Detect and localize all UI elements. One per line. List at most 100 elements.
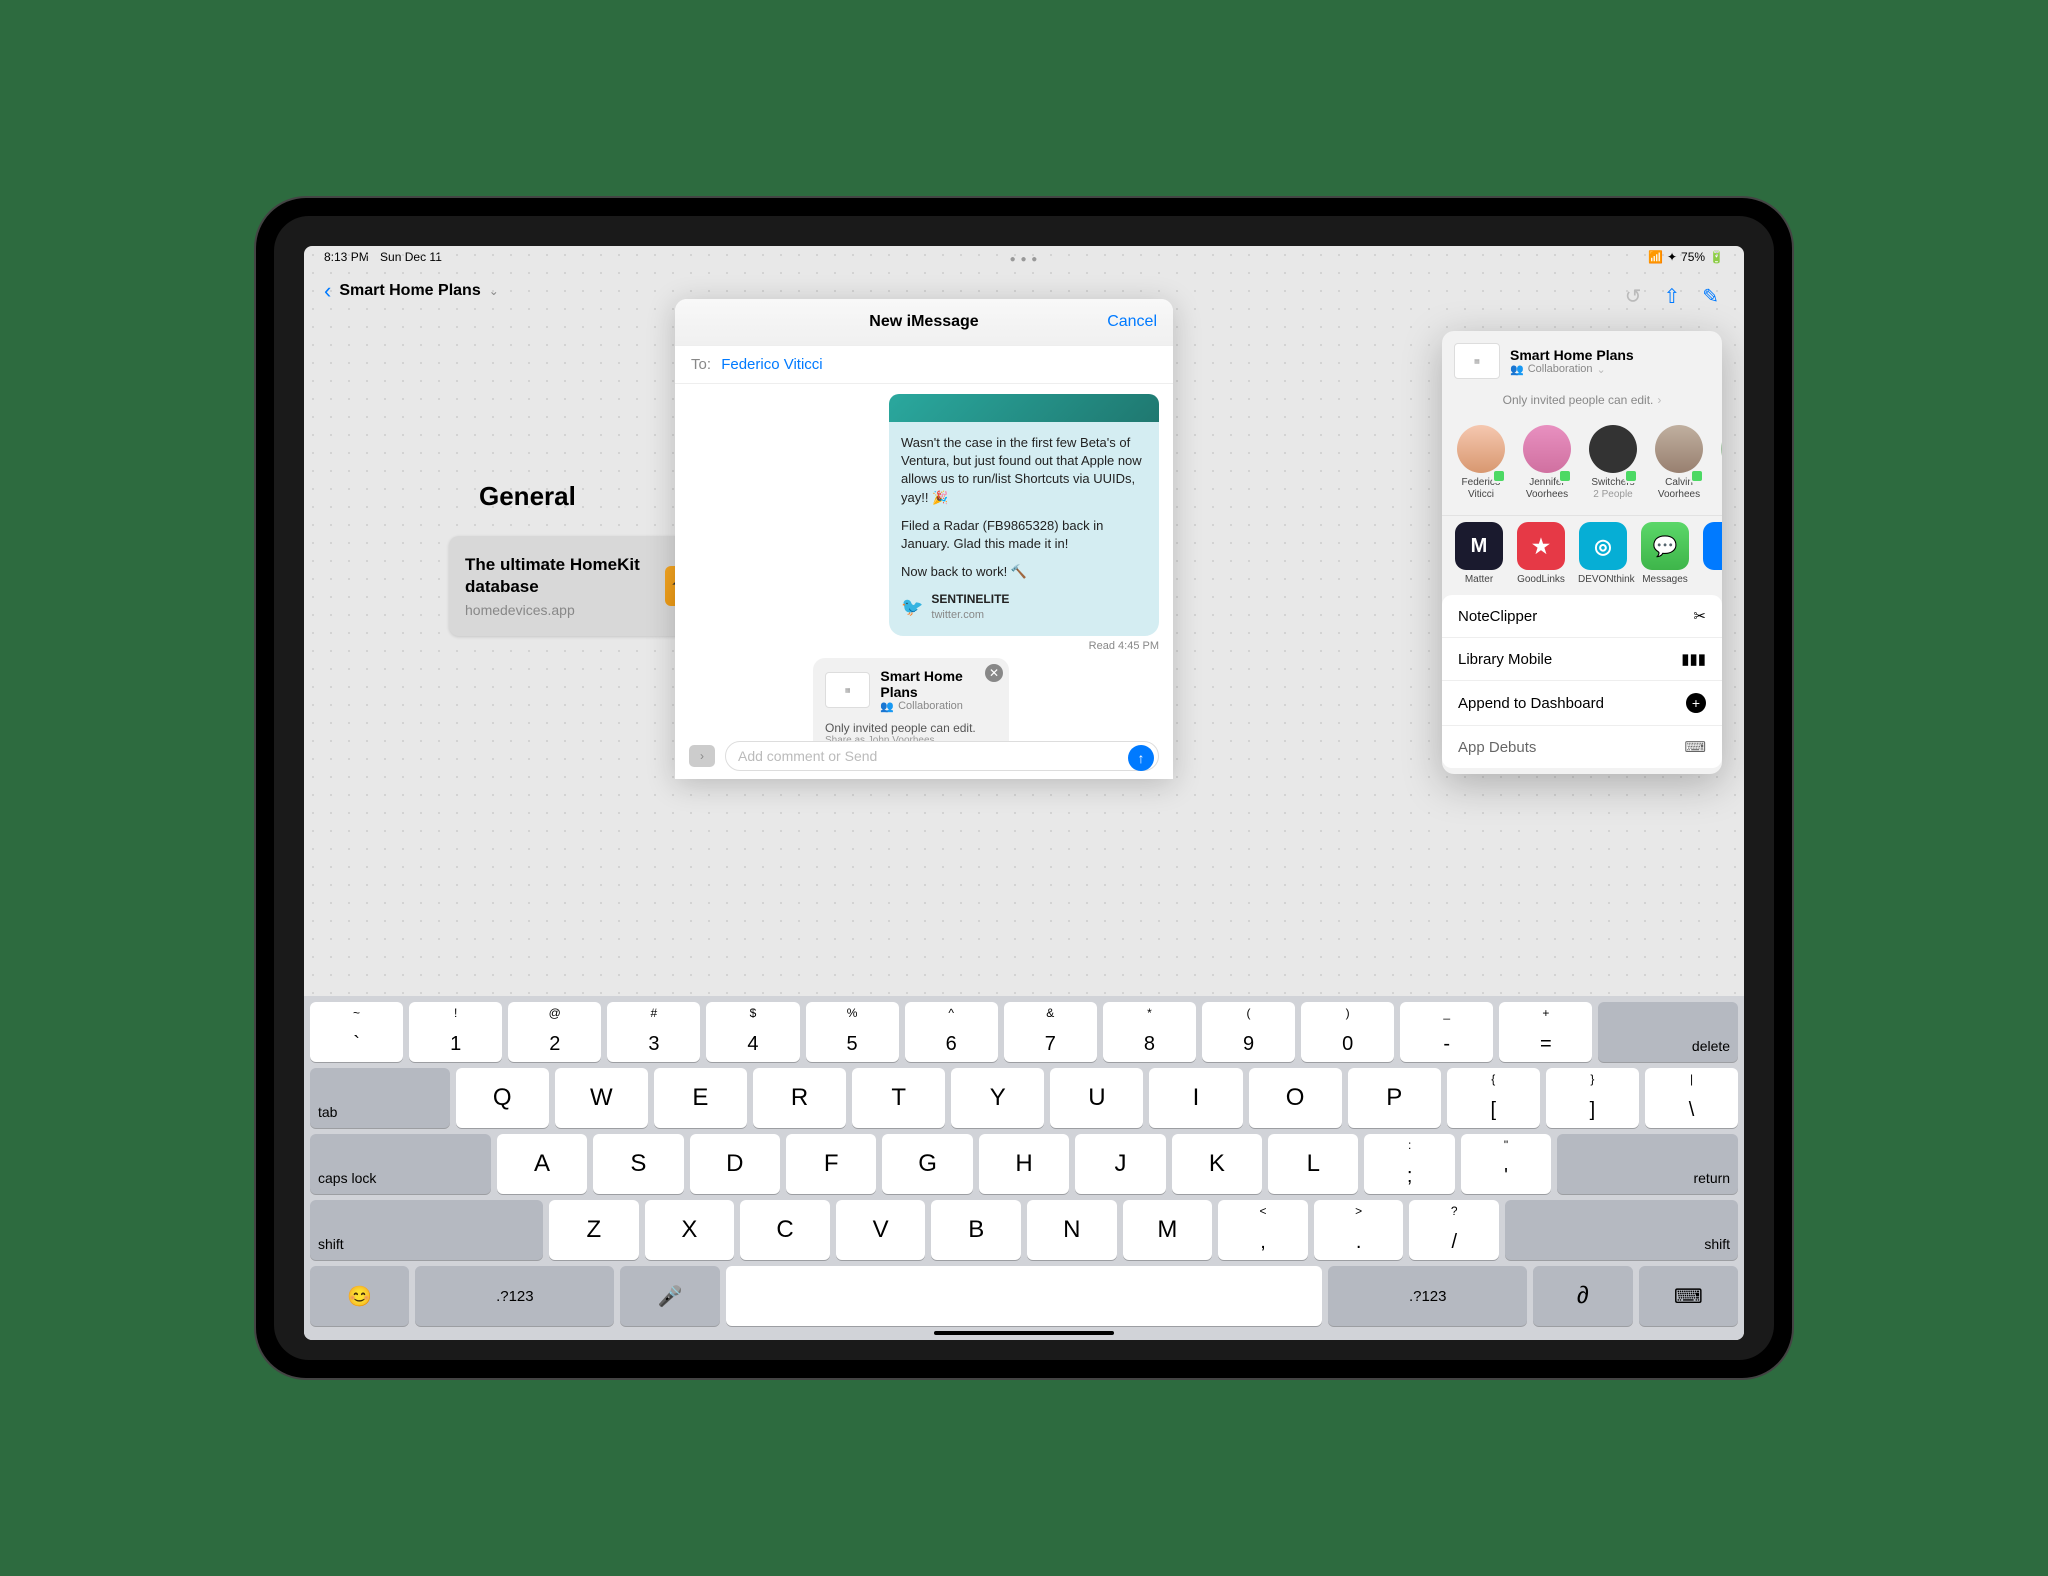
key-bracket[interactable]: {[ [1447, 1068, 1540, 1128]
action-library[interactable]: Library Mobile▮▮▮ [1442, 638, 1722, 681]
contact-calvin[interactable]: CalvinVoorhees [1652, 425, 1706, 501]
key-tab[interactable]: tab [310, 1068, 450, 1128]
key--[interactable]: _- [1400, 1002, 1493, 1062]
undo-icon[interactable]: ↺ [1625, 284, 1642, 309]
key-n[interactable]: N [1027, 1200, 1117, 1260]
share-permissions[interactable]: Only invited people can edit.› [1442, 391, 1722, 417]
key-space[interactable] [726, 1266, 1323, 1326]
app-matter[interactable]: MMatter [1454, 522, 1504, 585]
key-y[interactable]: Y [951, 1068, 1044, 1128]
key-u[interactable]: U [1050, 1068, 1143, 1128]
send-button[interactable]: ↑ [1128, 745, 1154, 771]
key-shift-right[interactable]: shift [1505, 1200, 1738, 1260]
collab-attachment[interactable]: ✕ ▦ Smart Home Plans 👥Collaboration Only… [813, 658, 1009, 742]
message-input[interactable]: Add comment or Send ↑ [725, 741, 1159, 771]
key-scribble[interactable]: ∂ [1533, 1266, 1632, 1326]
key-p[interactable]: P [1348, 1068, 1441, 1128]
to-field[interactable]: To: Federico Viticci [675, 346, 1173, 384]
app-devonthink[interactable]: ◎DEVONthink [1578, 522, 1628, 585]
app-messages[interactable]: 💬Messages [1640, 522, 1690, 585]
key-v[interactable]: V [836, 1200, 926, 1260]
key-emoji[interactable]: 😊 [310, 1266, 409, 1326]
cancel-button[interactable]: Cancel [1107, 313, 1157, 331]
key-s[interactable]: S [593, 1134, 683, 1194]
key-numbers[interactable]: .?123 [415, 1266, 614, 1326]
key-r[interactable]: R [753, 1068, 846, 1128]
key-dictate[interactable]: 🎤 [620, 1266, 719, 1326]
key-1[interactable]: !1 [409, 1002, 502, 1062]
nav-title: Smart Home Plans [339, 282, 480, 300]
plus-circle-icon: + [1686, 693, 1706, 713]
message-history: Wasn't the case in the first few Beta's … [675, 384, 1173, 741]
key-i[interactable]: I [1149, 1068, 1242, 1128]
key-9[interactable]: (9 [1202, 1002, 1295, 1062]
remove-attachment-icon[interactable]: ✕ [985, 664, 1003, 682]
share-actions-list: NoteClipper✂ Library Mobile▮▮▮ Append to… [1442, 595, 1722, 768]
key-j[interactable]: J [1075, 1134, 1165, 1194]
action-append[interactable]: Append to Dashboard+ [1442, 681, 1722, 726]
action-noteclipper[interactable]: NoteClipper✂ [1442, 595, 1722, 638]
key-e[interactable]: E [654, 1068, 747, 1128]
key-5[interactable]: %5 [806, 1002, 899, 1062]
app-drawer-toggle[interactable]: › [689, 745, 715, 767]
contact-more[interactable] [1718, 425, 1722, 501]
key-punct[interactable]: ?/ [1409, 1200, 1499, 1260]
ipad-bezel: 8:13 PM Sun Dec 11 📶 ✦ 75% 🔋 ● ● ● ‹ Sma… [274, 216, 1774, 1360]
key-2[interactable]: @2 [508, 1002, 601, 1062]
bars-icon: ▮▮▮ [1681, 650, 1706, 668]
key-bracket[interactable]: |\ [1645, 1068, 1738, 1128]
key-punct[interactable]: :; [1364, 1134, 1454, 1194]
action-appdebuts[interactable]: App Debuts⌨ [1442, 726, 1722, 768]
share-icon[interactable]: ⇧ [1663, 284, 1680, 309]
key-h[interactable]: H [979, 1134, 1069, 1194]
key-6[interactable]: ^6 [905, 1002, 998, 1062]
key-m[interactable]: M [1123, 1200, 1213, 1260]
attach-title: Smart Home Plans [880, 668, 997, 700]
compose-icon[interactable]: ✎ [1702, 284, 1719, 309]
key-numbers-right[interactable]: .?123 [1328, 1266, 1527, 1326]
keyboard-icon: ⌨ [1684, 738, 1706, 756]
key-=[interactable]: += [1499, 1002, 1592, 1062]
scissors-icon: ✂ [1693, 607, 1706, 625]
modal-header: New iMessage Cancel [675, 299, 1173, 346]
contact-switchers[interactable]: Switchers2 People [1586, 425, 1640, 501]
key-d[interactable]: D [690, 1134, 780, 1194]
share-doc-sub[interactable]: 👥Collaboration ⌄ [1510, 363, 1634, 376]
key-b[interactable]: B [931, 1200, 1021, 1260]
key-punct[interactable]: <, [1218, 1200, 1308, 1260]
key-punct[interactable]: "' [1461, 1134, 1551, 1194]
key-z[interactable]: Z [549, 1200, 639, 1260]
key-`[interactable]: ~` [310, 1002, 403, 1062]
contact-jennifer[interactable]: JenniferVoorhees [1520, 425, 1574, 501]
key-3[interactable]: #3 [607, 1002, 700, 1062]
dropdown-chevron-icon[interactable]: ⌄ [489, 284, 499, 298]
key-0[interactable]: )0 [1301, 1002, 1394, 1062]
key-dismiss[interactable]: ⌨ [1639, 1266, 1738, 1326]
key-q[interactable]: Q [456, 1068, 549, 1128]
key-x[interactable]: X [645, 1200, 735, 1260]
key-t[interactable]: T [852, 1068, 945, 1128]
key-o[interactable]: O [1249, 1068, 1342, 1128]
key-bracket[interactable]: }] [1546, 1068, 1639, 1128]
key-8[interactable]: *8 [1103, 1002, 1196, 1062]
key-7[interactable]: &7 [1004, 1002, 1097, 1062]
key-delete[interactable]: delete [1598, 1002, 1738, 1062]
key-shift-left[interactable]: shift [310, 1200, 543, 1260]
multitask-dots[interactable]: ● ● ● [1010, 254, 1039, 265]
key-4[interactable]: $4 [706, 1002, 799, 1062]
key-l[interactable]: L [1268, 1134, 1358, 1194]
home-indicator[interactable] [934, 1331, 1114, 1335]
key-c[interactable]: C [740, 1200, 830, 1260]
key-g[interactable]: G [882, 1134, 972, 1194]
key-capslock[interactable]: caps lock [310, 1134, 491, 1194]
to-label: To: [691, 356, 711, 373]
key-return[interactable]: return [1557, 1134, 1738, 1194]
contact-federico[interactable]: FedericoViticci [1454, 425, 1508, 501]
app-goodlinks[interactable]: ★GoodLinks [1516, 522, 1566, 585]
key-f[interactable]: F [786, 1134, 876, 1194]
key-w[interactable]: W [555, 1068, 648, 1128]
app-more[interactable]: D [1702, 522, 1722, 585]
key-a[interactable]: A [497, 1134, 587, 1194]
key-punct[interactable]: >. [1314, 1200, 1404, 1260]
key-k[interactable]: K [1172, 1134, 1262, 1194]
